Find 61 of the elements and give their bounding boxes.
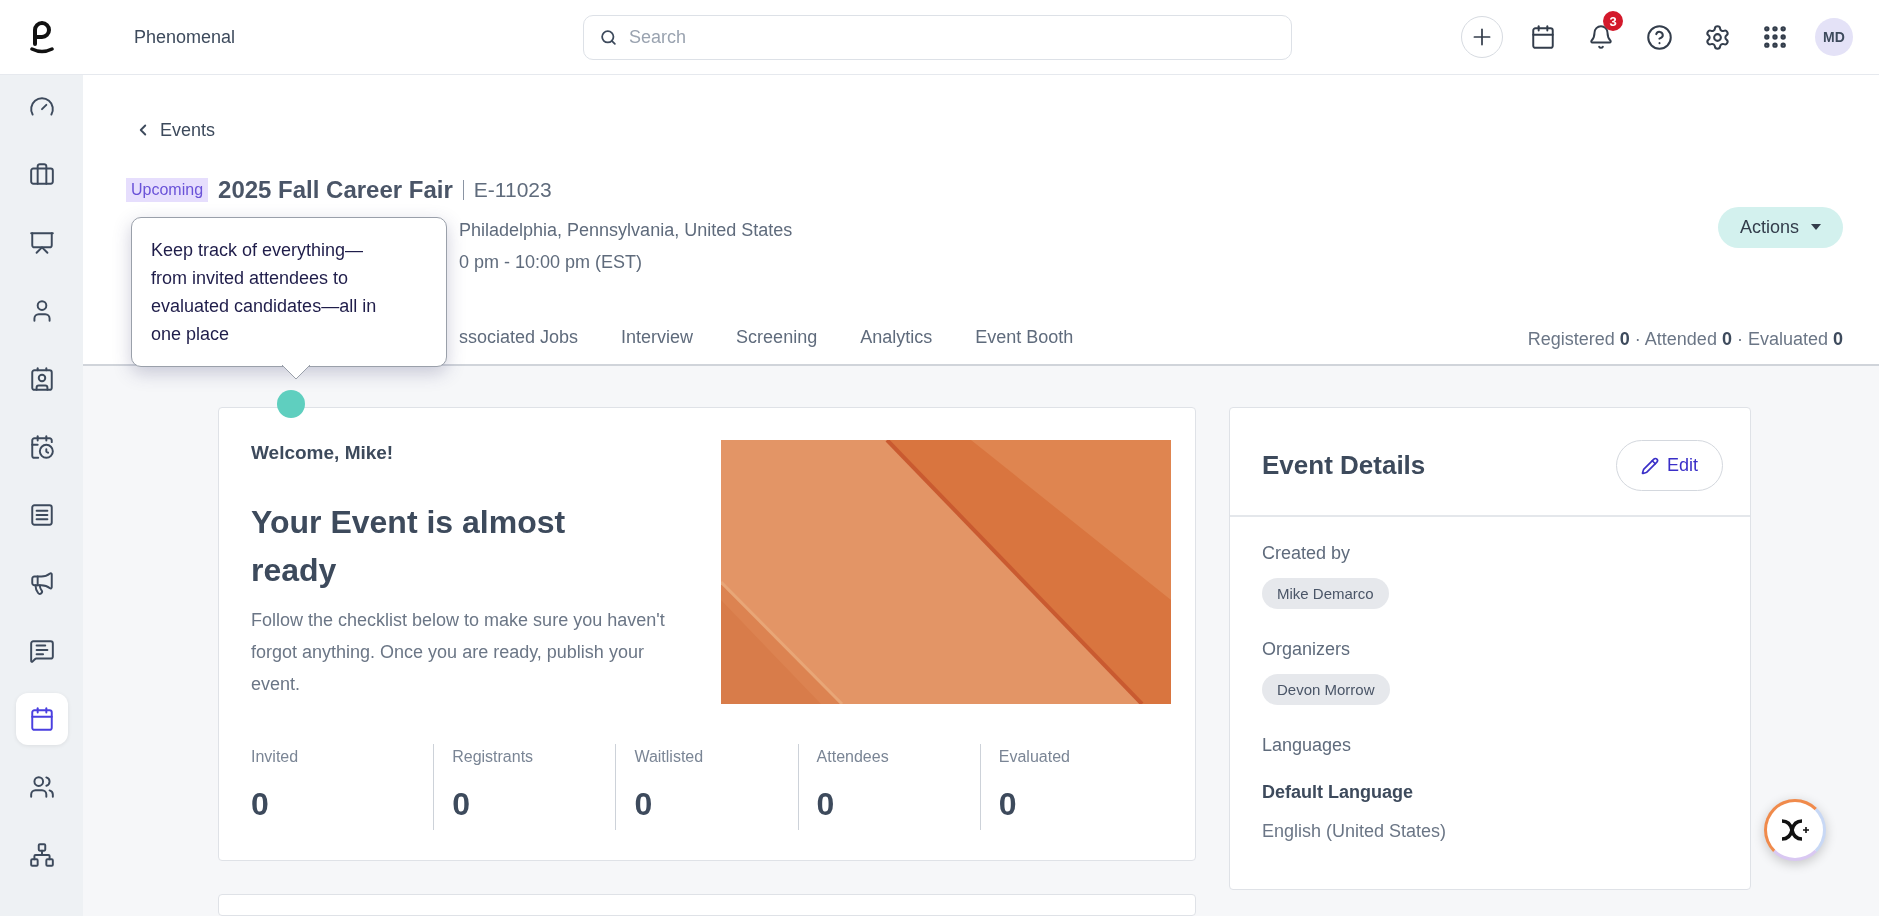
pencil-icon: [1640, 456, 1659, 475]
tab[interactable]: ssociated Jobs: [459, 314, 579, 364]
stat-value: 0: [998, 786, 1018, 823]
detail-sublabel: Default Language: [1262, 782, 1414, 803]
notification-count: 3: [1603, 11, 1623, 31]
message-icon: [28, 638, 55, 664]
status-badge: Upcoming: [126, 178, 209, 202]
search-field[interactable]: Search: [583, 14, 1292, 60]
stat-label: Evaluated: [998, 748, 1071, 766]
stat-label: Waitlisted: [634, 748, 705, 766]
list-icon: [28, 502, 55, 528]
calendar-icon: [28, 706, 55, 732]
brand-name: Phenomenal: [134, 26, 237, 48]
id-badge-icon: [28, 366, 55, 392]
hierarchy-icon: [28, 842, 55, 868]
megaphone-icon: [28, 570, 55, 596]
back-link[interactable]: Events: [134, 117, 216, 143]
event-meta-text: Philadelphia, Pennsylvania, United States: [459, 219, 794, 241]
grid-icon: [1761, 23, 1789, 51]
panel-title: Event Details: [1262, 450, 1426, 481]
search-icon: [600, 28, 617, 46]
edit-button[interactable]: Edit: [1615, 440, 1723, 491]
person-chip: Mike Demarco: [1262, 578, 1389, 609]
calendar-clock-icon: [28, 434, 55, 460]
caret-icon: [1811, 224, 1821, 230]
card-heading: Your Event is almost ready: [251, 503, 567, 590]
card-description: Follow the checklist below to make sure you haven't forgot anything. Once you are ready, publish your event.: [251, 609, 666, 696]
actions-button[interactable]: Actions: [1717, 206, 1843, 248]
counts-summary: Registered 0 · Attended 0 · Evaluated 0: [1527, 328, 1843, 350]
detail-label: Created by: [1262, 543, 1352, 564]
tab[interactable]: Analytics: [860, 314, 933, 364]
user-avatar[interactable]: MD: [1815, 18, 1853, 56]
stat-label: Registrants: [452, 748, 535, 766]
presentation-icon: [28, 230, 55, 256]
stat-value: 0: [634, 786, 654, 823]
sidebar-item[interactable]: [15, 693, 68, 745]
settings-icon: [1703, 23, 1731, 51]
tooltip-text: Keep track of everything—from invited attendees to evaluated candidates—all in one place: [151, 240, 377, 344]
logo-icon[interactable]: [28, 20, 55, 54]
stat-value: 0: [816, 786, 836, 823]
stat-value: 0: [452, 786, 471, 823]
stat-label: Attendees: [816, 748, 890, 766]
tab[interactable]: Screening: [736, 314, 818, 364]
person-chip: Devon Morrow: [1262, 674, 1390, 705]
event-meta-text: 0 pm - 10:00 pm (EST): [459, 251, 644, 273]
greeting: Welcome, Mike!: [251, 442, 395, 464]
users-icon: [28, 774, 55, 800]
briefcase-icon: [28, 162, 55, 188]
detail-label: Organizers: [1262, 639, 1352, 660]
assistant-logo-icon: [1780, 819, 1810, 841]
help-icon: [1645, 23, 1673, 51]
tab[interactable]: Event Booth: [975, 314, 1074, 364]
detail-value: English (United States): [1262, 821, 1448, 842]
detail-label: Languages: [1262, 735, 1353, 756]
stat-value: 0: [251, 786, 270, 823]
bell-icon: [1588, 24, 1614, 50]
calendar-icon: [1530, 24, 1556, 50]
stat-label: Invited: [251, 748, 300, 766]
tab[interactable]: Interview: [621, 314, 694, 364]
event-title: 2025 Fall Career Fair: [218, 176, 453, 204]
event-id: E-11023: [473, 178, 552, 202]
